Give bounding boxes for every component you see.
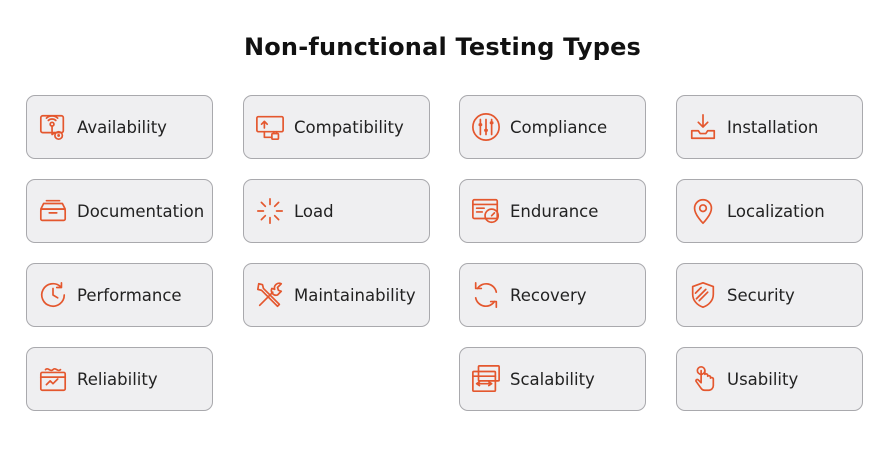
map-pin-icon [687,195,719,227]
card-label: Performance [77,285,182,305]
card-compliance: Compliance [459,95,646,159]
card-localization: Localization [676,179,863,243]
card-documentation: Documentation [26,179,213,243]
card-label: Recovery [510,285,587,305]
card-load: Load [243,179,430,243]
card-label: Reliability [77,369,158,389]
card-label: Compatibility [294,117,404,137]
page-title: Non-functional Testing Types [243,33,642,61]
availability-icon [37,111,69,143]
card-installation: Installation [676,95,863,159]
card-label: Maintainability [294,285,416,305]
archive-box-icon [37,195,69,227]
card-label: Security [727,285,795,305]
shield-icon [687,279,719,311]
card-label: Usability [727,369,799,389]
reliability-icon [37,363,69,395]
card-reliability: Reliability [26,347,213,411]
card-label: Localization [727,201,825,221]
card-security: Security [676,263,863,327]
download-tray-icon [687,111,719,143]
card-label: Documentation [77,201,205,221]
wrench-screwdriver-icon [254,279,286,311]
tap-hand-icon [687,363,719,395]
card-label: Load [294,201,334,221]
card-performance: Performance [26,263,213,327]
sliders-icon [470,111,502,143]
card-label: Endurance [510,201,599,221]
card-maintainability: Maintainability [243,263,430,327]
refresh-icon [470,279,502,311]
compatibility-icon [254,111,286,143]
dashboard-gauge-icon [470,195,502,227]
card-scalability: Scalability [459,347,646,411]
card-recovery: Recovery [459,263,646,327]
card-label: Availability [77,117,167,137]
stacked-windows-icon [470,363,502,395]
card-availability: Availability [26,95,213,159]
card-label: Scalability [510,369,595,389]
clock-arrow-icon [37,279,69,311]
card-label: Installation [727,117,819,137]
card-endurance: Endurance [459,179,646,243]
loading-spinner-icon [254,195,286,227]
card-label: Compliance [510,117,608,137]
card-usability: Usability [676,347,863,411]
card-compatibility: Compatibility [243,95,430,159]
